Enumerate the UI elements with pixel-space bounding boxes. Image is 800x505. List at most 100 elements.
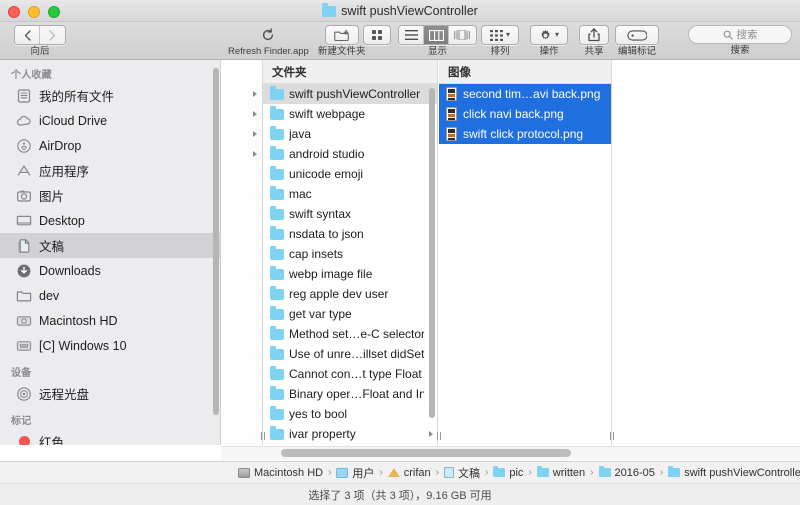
breadcrumb-item[interactable]: written bbox=[536, 465, 585, 479]
breadcrumb-item[interactable]: swift pushViewController bbox=[668, 465, 800, 479]
folder-row[interactable]: get var type bbox=[263, 304, 437, 324]
folder-row[interactable]: android studio bbox=[263, 144, 437, 164]
sidebar-item-红色[interactable]: 红色 bbox=[0, 429, 220, 445]
folder-row[interactable]: yes to bool bbox=[263, 404, 437, 424]
sidebar-item-文稿[interactable]: 文稿 bbox=[0, 233, 220, 258]
folder-name: Cannot con…t type Float bbox=[289, 367, 422, 381]
home-icon bbox=[387, 468, 400, 477]
parent-column-row[interactable] bbox=[221, 144, 262, 164]
folder-row[interactable]: webp image file bbox=[263, 264, 437, 284]
folder-row[interactable]: mac bbox=[263, 184, 437, 204]
sidebar[interactable]: 个人收藏 我的所有文件 iCloud Drive AirDrop 应用程序 图片… bbox=[0, 60, 221, 445]
column-folders-header: 文件夹 bbox=[263, 60, 437, 84]
folder-row[interactable]: java bbox=[263, 124, 437, 144]
finder-window: swift pushViewController 向后 Refresh Find… bbox=[0, 0, 800, 505]
image-file-row[interactable]: swift click protocol.png bbox=[439, 124, 611, 144]
breadcrumb-item[interactable]: Macintosh HD bbox=[238, 467, 323, 479]
column-images[interactable]: 图像 second tim…avi back.png click navi ba… bbox=[439, 60, 612, 445]
folder-icon bbox=[322, 3, 337, 17]
folder-icon bbox=[270, 266, 284, 280]
share-button[interactable] bbox=[579, 25, 609, 45]
folder-icon bbox=[270, 406, 284, 420]
column-view-button[interactable] bbox=[424, 26, 449, 44]
column-resize-grip[interactable] bbox=[433, 427, 445, 445]
view-mode-segmented[interactable] bbox=[398, 25, 477, 45]
image-file-row[interactable]: second tim…avi back.png bbox=[439, 84, 611, 104]
all-my-files-icon bbox=[16, 88, 32, 104]
folder-row[interactable]: swift webpage bbox=[263, 104, 437, 124]
sidebar-item-icloud-drive[interactable]: iCloud Drive bbox=[0, 108, 220, 133]
sidebar-item-airdrop[interactable]: AirDrop bbox=[0, 133, 220, 158]
column-parent-arrows bbox=[221, 60, 263, 445]
parent-column-row[interactable] bbox=[221, 84, 262, 104]
sidebar-item-downloads[interactable]: Downloads bbox=[0, 258, 220, 283]
horizontal-scroll-thumb[interactable] bbox=[281, 449, 571, 457]
cover-flow-icon bbox=[453, 30, 470, 40]
folder-row[interactable]: Method set…e-C selector bbox=[263, 324, 437, 344]
list-view-button[interactable] bbox=[399, 26, 424, 44]
image-file-row[interactable]: click navi back.png bbox=[439, 104, 611, 124]
airdrop-icon bbox=[16, 138, 32, 154]
folder-name: swift syntax bbox=[289, 207, 352, 221]
cover-flow-view-button[interactable] bbox=[449, 26, 474, 44]
parent-column-row[interactable] bbox=[221, 124, 262, 144]
folder-row[interactable]: reg apple dev user bbox=[263, 284, 437, 304]
breadcrumb-item[interactable]: 2016-05 bbox=[598, 465, 655, 479]
breadcrumb-separator: › bbox=[435, 467, 440, 478]
search-input[interactable]: 搜索 bbox=[688, 25, 792, 44]
folder-row[interactable]: unicode emoji bbox=[263, 164, 437, 184]
breadcrumb-item[interactable]: 用户 bbox=[336, 465, 374, 481]
folder-icon bbox=[270, 286, 284, 300]
folder-name: Use of unre…illset didSet bbox=[289, 347, 424, 361]
folder-row[interactable]: Use of unre…illset didSet bbox=[263, 344, 437, 364]
folder-row[interactable]: Cannot con…t type Float bbox=[263, 364, 437, 384]
refresh-finder-button[interactable] bbox=[254, 25, 282, 45]
column-folders[interactable]: 文件夹 swift pushViewController swift webpa… bbox=[263, 60, 438, 445]
parent-column-row[interactable] bbox=[221, 104, 262, 124]
sidebar-item-macintosh-hd[interactable]: Macintosh HD bbox=[0, 308, 220, 333]
breadcrumb-label: 2016-05 bbox=[614, 466, 655, 479]
sidebar-scrollbar[interactable] bbox=[213, 68, 219, 415]
back-button[interactable] bbox=[15, 26, 40, 44]
sidebar-item-dev[interactable]: dev bbox=[0, 283, 220, 308]
sidebar-section-header: 标记 bbox=[11, 416, 32, 427]
grid-view-button[interactable] bbox=[363, 25, 391, 45]
arrange-button[interactable]: ▾ bbox=[481, 25, 519, 45]
column-resize-grip[interactable] bbox=[257, 427, 269, 445]
grid-button-group bbox=[363, 25, 391, 45]
column-resize-grip[interactable] bbox=[606, 427, 618, 445]
action-button[interactable]: ▾ bbox=[530, 25, 568, 45]
folder-icon bbox=[270, 346, 284, 360]
breadcrumb-item[interactable]: pic bbox=[493, 465, 523, 479]
folder-icon bbox=[270, 166, 284, 180]
sidebar-item-label: 远程光盘 bbox=[39, 388, 90, 402]
folder-row[interactable]: nsdata to json bbox=[263, 224, 437, 244]
sidebar-item-应用程序[interactable]: 应用程序 bbox=[0, 158, 220, 183]
folder-name: yes to bool bbox=[289, 407, 348, 421]
folder-row[interactable]: swift syntax bbox=[263, 204, 437, 224]
folder-row[interactable]: swift pushViewController bbox=[263, 84, 437, 104]
sidebar-item-desktop[interactable]: Desktop bbox=[0, 208, 220, 233]
sidebar-item-label: 红色 bbox=[39, 436, 65, 445]
folder-icon bbox=[270, 386, 284, 400]
image-file-name: second tim…avi back.png bbox=[463, 87, 601, 101]
sidebar-item-远程光盘[interactable]: 远程光盘 bbox=[0, 381, 220, 406]
sidebar-item-c-windows-10[interactable]: [C] Windows 10 bbox=[0, 333, 220, 358]
new-folder-button[interactable] bbox=[324, 25, 359, 45]
back-forward-segmented[interactable] bbox=[14, 25, 66, 45]
breadcrumb-item[interactable]: 文稿 bbox=[444, 465, 480, 481]
sidebar-item-图片[interactable]: 图片 bbox=[0, 183, 220, 208]
forward-button[interactable] bbox=[40, 26, 65, 44]
new-folder-group: 新建文件夹 bbox=[318, 25, 366, 57]
folder-icon bbox=[270, 246, 284, 260]
breadcrumb-item[interactable]: crifan bbox=[387, 467, 431, 479]
folder-row[interactable]: Binary oper…Float and Int bbox=[263, 384, 437, 404]
folder-row[interactable]: cap insets bbox=[263, 244, 437, 264]
sidebar-item-label: AirDrop bbox=[39, 138, 82, 153]
folder-name: cap insets bbox=[289, 247, 344, 261]
edit-tags-button[interactable] bbox=[615, 25, 659, 45]
toolbar: 向后 Refresh Finder.app 新建文件夹 显示 ▾ 排列 ▾ 操作… bbox=[0, 22, 800, 60]
folders-scrollbar[interactable] bbox=[429, 88, 435, 418]
chevron-down-icon: ▾ bbox=[554, 30, 559, 39]
sidebar-item-我的所有文件[interactable]: 我的所有文件 bbox=[0, 83, 220, 108]
